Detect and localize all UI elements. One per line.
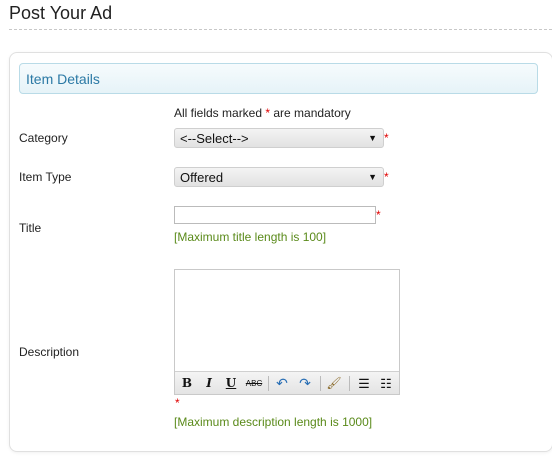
category-required-mark: * [384, 131, 389, 145]
description-hint: [Maximum description length is 1000] [174, 415, 373, 429]
toolbar-separator [349, 376, 350, 391]
italic-icon[interactable]: I [200, 375, 218, 392]
strikethrough-icon[interactable]: ABC [244, 375, 264, 392]
title-hint: [Maximum title length is 100] [174, 230, 327, 244]
category-selected-value: <--Select--> [180, 131, 249, 146]
clear-format-icon[interactable]: 🖌 [325, 375, 343, 392]
section-header: Item Details [19, 63, 538, 94]
description-text-area[interactable] [175, 270, 399, 371]
item-type-select[interactable]: Offered ▼ [174, 167, 384, 187]
bullet-list-icon[interactable]: ☰ [355, 375, 373, 392]
dropdown-arrow-icon: ▼ [368, 133, 377, 143]
toolbar-separator [320, 376, 321, 391]
numbered-list-icon[interactable]: ☷ [377, 375, 395, 392]
redo-icon[interactable]: ↷ [296, 375, 314, 392]
category-label: Category [19, 131, 68, 145]
item-type-selected-value: Offered [180, 170, 224, 185]
description-required-mark: * [175, 396, 180, 410]
category-select[interactable]: <--Select--> ▼ [174, 128, 384, 148]
title-label: Title [19, 221, 42, 235]
mandatory-note-suffix: are mandatory [270, 106, 351, 120]
mandatory-note-prefix: All fields marked [174, 106, 266, 120]
bold-icon[interactable]: B [178, 375, 196, 392]
section-title: Item Details [26, 71, 100, 87]
title-required-mark: * [376, 208, 381, 222]
dropdown-arrow-icon: ▼ [368, 172, 377, 182]
description-editor: B I U ABC ↶ ↷ 🖌 ☰ ☷ [174, 269, 400, 395]
description-label: Description [19, 345, 80, 359]
title-input[interactable] [174, 206, 376, 224]
mandatory-note: All fields marked * are mandatory [174, 106, 351, 120]
toolbar-separator [268, 376, 269, 391]
item-type-label: Item Type [19, 170, 72, 184]
title-divider [9, 29, 552, 30]
page-title: Post Your Ad [9, 3, 113, 23]
editor-toolbar: B I U ABC ↶ ↷ 🖌 ☰ ☷ [175, 371, 399, 394]
item-type-required-mark: * [384, 170, 389, 184]
underline-icon[interactable]: U [222, 375, 240, 392]
undo-icon[interactable]: ↶ [273, 375, 291, 392]
